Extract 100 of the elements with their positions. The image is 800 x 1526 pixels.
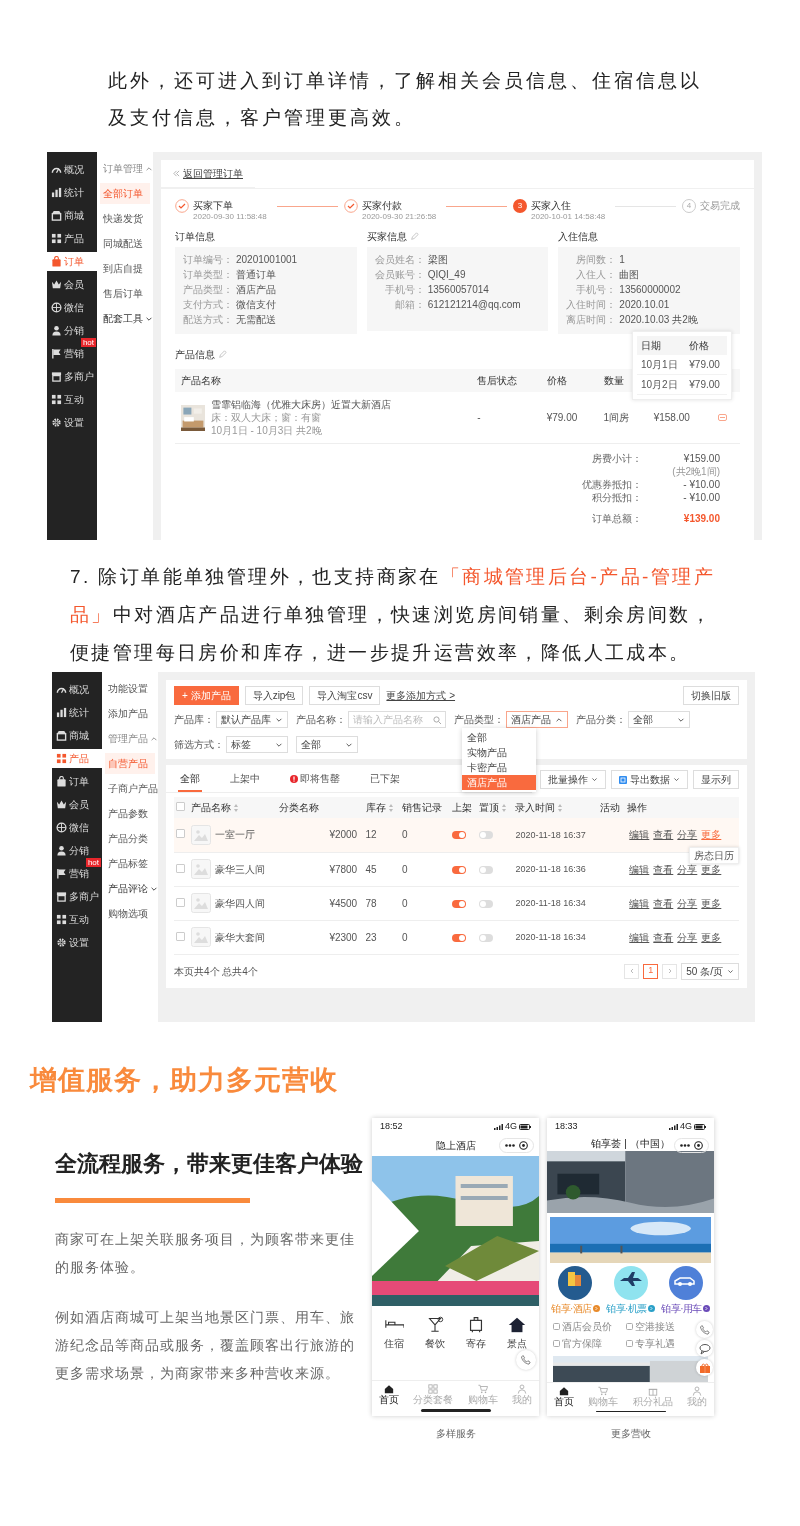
edit-icon[interactable] (409, 232, 419, 242)
action-link[interactable]: 分享 (675, 897, 700, 909)
checkbox[interactable] (176, 931, 185, 941)
close-icon[interactable] (694, 1140, 703, 1150)
submenu-item[interactable]: 功能设置 (105, 678, 155, 699)
submenu-item[interactable]: 产品分类 (105, 828, 155, 849)
submenu-item[interactable]: 添加产品 (105, 703, 155, 724)
action-link[interactable]: 编辑 (627, 931, 652, 943)
back-link[interactable]: 返回管理订单 (161, 160, 255, 188)
sidebar-item[interactable]: 设置 (52, 933, 102, 952)
sidebar-item[interactable]: 多商户 (52, 887, 102, 906)
building-icon[interactable] (558, 1265, 593, 1300)
shortcut-item[interactable]: 景点 (506, 1313, 527, 1351)
sidebar-item[interactable]: 营销 (52, 864, 102, 883)
tab[interactable]: 即将售罄 (288, 769, 342, 792)
sidebar-item[interactable]: 分销 (47, 321, 97, 340)
dropdown-option[interactable]: 全部 (462, 730, 536, 745)
toggle-switch[interactable] (451, 831, 466, 840)
tab-bar-item[interactable]: 首页 (554, 1385, 575, 1407)
sidebar-item[interactable]: 互动 (52, 910, 102, 929)
sidebar-item[interactable]: 设置 (47, 413, 97, 432)
phone-button[interactable] (516, 1350, 536, 1370)
sidebar-item[interactable]: 产品 (52, 749, 102, 768)
action-link[interactable]: 查看 (651, 897, 676, 909)
next-page-button[interactable] (662, 963, 678, 979)
checkbox[interactable] (176, 829, 185, 839)
shortcut-item[interactable]: 住宿 (384, 1313, 405, 1351)
toggle-switch[interactable] (479, 865, 494, 874)
dropdown-field[interactable]: 全部 (296, 736, 358, 753)
export-button[interactable]: 导出数据 (611, 770, 688, 789)
toggle-switch[interactable] (451, 899, 466, 908)
sort-icon[interactable] (557, 802, 564, 813)
toggle-switch[interactable] (451, 865, 466, 874)
chat-button[interactable] (696, 1340, 713, 1357)
sidebar-item[interactable]: 订单 (47, 252, 97, 271)
sidebar-item[interactable]: 多商户 (47, 367, 97, 386)
tab[interactable]: 已下架 (368, 769, 402, 792)
checkbox[interactable] (176, 863, 185, 873)
sidebar-item[interactable]: 概况 (47, 160, 97, 179)
previous-page-button[interactable] (624, 963, 640, 979)
dropdown-field[interactable]: 标签 (226, 736, 288, 753)
submenu-item[interactable]: 到店自提 (100, 258, 150, 279)
action-link[interactable]: 分享 (675, 829, 700, 841)
menu-group[interactable]: 订单管理 (100, 158, 150, 179)
tab[interactable]: 上架中 (228, 769, 262, 792)
sidebar-item[interactable]: 订单 (52, 772, 102, 791)
sidebar-item[interactable]: 分销 (52, 841, 102, 860)
action-link[interactable]: 编辑 (627, 863, 652, 875)
sidebar-item[interactable]: 概况 (52, 680, 102, 699)
edit-icon[interactable] (218, 350, 227, 360)
sidebar-item[interactable]: 互动 (47, 390, 97, 409)
more-icon[interactable] (680, 1143, 690, 1147)
columns-button[interactable]: 显示列 (693, 770, 739, 789)
dropdown-field[interactable]: 默认产品库 (216, 711, 288, 728)
action-link[interactable]: 更多 (699, 863, 724, 875)
action-link[interactable]: 分享 (675, 863, 700, 875)
sidebar-item[interactable]: 微信 (47, 298, 97, 317)
sidebar-item[interactable]: 商城 (47, 206, 97, 225)
submenu-item[interactable]: 售后订单 (100, 283, 150, 304)
dropdown-option[interactable]: 卡密产品 (462, 760, 536, 775)
sidebar-item[interactable]: 统计 (47, 183, 97, 202)
sort-icon[interactable] (387, 802, 394, 813)
action-link[interactable]: 编辑 (627, 829, 652, 841)
toggle-switch[interactable] (451, 933, 466, 942)
more-icon[interactable] (505, 1143, 515, 1147)
sidebar-item[interactable]: 会员 (52, 795, 102, 814)
toggle-switch[interactable] (479, 899, 494, 908)
sidebar-item[interactable]: 产品 (47, 229, 97, 248)
tab[interactable]: 全部 (178, 769, 202, 792)
menu-group[interactable]: 管理产品 (105, 728, 155, 749)
price-detail-icon[interactable] (717, 414, 727, 422)
menu-group[interactable]: 产品评论 (105, 878, 155, 899)
action-link[interactable]: 更多 (699, 897, 724, 909)
action-link[interactable]: 查看 (651, 829, 676, 841)
action-link[interactable]: 编辑 (627, 897, 652, 909)
sidebar-item[interactable]: 会员 (47, 275, 97, 294)
batch-menu-button[interactable]: 批量操作 (540, 770, 606, 789)
service-link[interactable]: 铂享·用车 (661, 1300, 710, 1316)
sidebar-item[interactable]: 营销 (47, 344, 97, 363)
action-link[interactable]: 分享 (675, 931, 700, 943)
dropdown-field[interactable]: 酒店产品 (506, 711, 568, 728)
submenu-item[interactable]: 快递发货 (100, 208, 150, 229)
more-options-link[interactable]: 更多添加方式 > (386, 689, 456, 702)
page-size-dropdown[interactable]: 50 条/页 (681, 962, 739, 980)
checkbox[interactable] (176, 802, 185, 811)
submenu-item[interactable]: 同城配送 (100, 233, 150, 254)
action-link[interactable]: 查看 (651, 863, 676, 875)
car-icon[interactable] (668, 1265, 703, 1300)
sort-icon[interactable] (232, 802, 239, 813)
sort-icon[interactable] (501, 802, 508, 813)
gift-button[interactable] (696, 1359, 713, 1376)
sidebar-item[interactable]: 统计 (52, 703, 102, 722)
plane-icon[interactable] (613, 1265, 648, 1300)
dropdown-option[interactable]: 实物产品 (462, 745, 536, 760)
submenu-item[interactable]: 产品参数 (105, 803, 155, 824)
import-button[interactable]: 导入zip包 (244, 686, 304, 705)
toggle-switch[interactable] (479, 831, 494, 840)
menu-group[interactable]: 配套工具 (100, 308, 150, 329)
checkbox[interactable] (176, 897, 185, 907)
submenu-item[interactable]: 购物选项 (105, 903, 155, 924)
